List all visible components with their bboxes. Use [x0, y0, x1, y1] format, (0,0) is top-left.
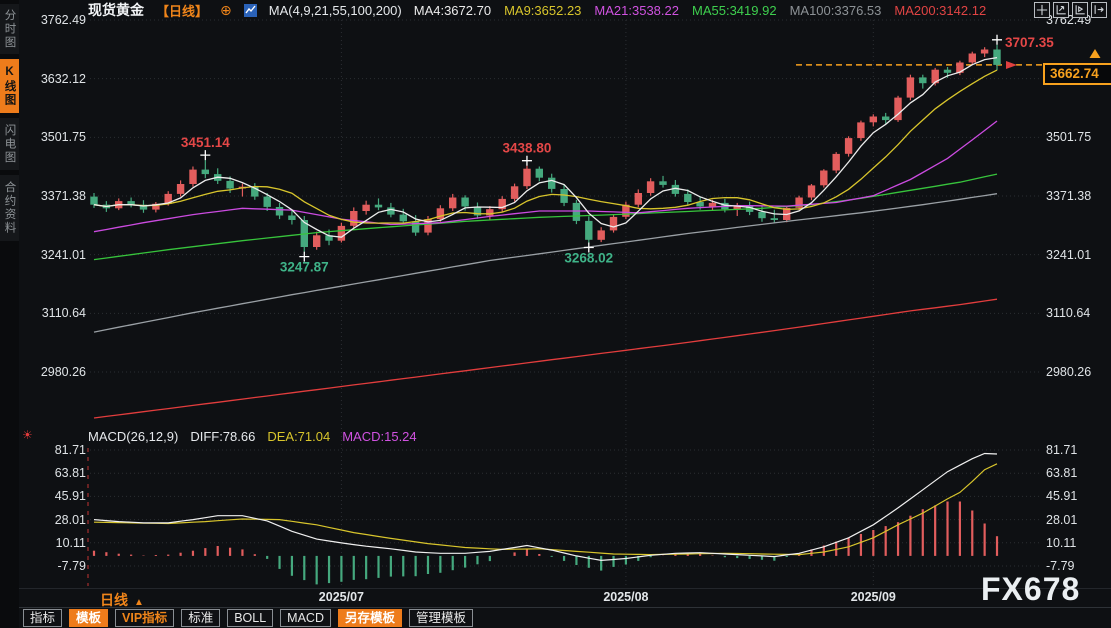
last-price-value: 3662.74	[1050, 66, 1099, 81]
ma-value: MA4:3672.70	[414, 3, 491, 18]
trading-app-window: 3451.14 3247.87 3438.80 3268.02 3707.35 分时图 K…	[0, 0, 1111, 628]
swing-price-annotation: 3451.14	[181, 135, 230, 150]
chart-toolbar-icons	[1034, 2, 1107, 18]
macd-macd-value: MACD:15.24	[342, 429, 416, 444]
swing-cross-marker	[200, 150, 210, 160]
latest-arrow-icon	[1006, 61, 1017, 69]
sidebar-item-2[interactable]: K线图	[0, 59, 19, 113]
bottom-toolbar: 指标模板 VIP指标标准 BOLL MACD 另存模板管理模板	[23, 609, 473, 627]
swing-cross-marker	[522, 156, 532, 166]
macd-header[interactable]: MACD(26,12,9) DIFF:78.66 DEA:71.04 MACD:…	[88, 429, 417, 444]
symbol-title: 现货黄金	[88, 0, 144, 20]
axis-label: 3241.01	[1046, 248, 1106, 262]
tab-MACD[interactable]: MACD	[280, 609, 331, 627]
axis-label: 63.81	[26, 466, 86, 480]
add-indicator-icon[interactable]: ⊕	[220, 2, 232, 19]
indicator-settings-icon[interactable]: ☀	[22, 428, 33, 442]
axis-label: 3110.64	[1046, 306, 1106, 320]
pan-right-icon[interactable]	[1091, 2, 1107, 18]
axis-label: 3241.01	[26, 248, 86, 262]
ma-values-group: MA4:3672.70 MA9:3652.23 MA21:3538.22 MA55:3…	[414, 3, 986, 18]
period-up-arrow-icon: ▲	[134, 597, 144, 608]
x-axis-month-label: 2025/07	[312, 590, 370, 604]
tab-模板[interactable]: 模板	[69, 609, 108, 627]
axis-label: 3632.12	[26, 72, 86, 86]
playback-icon[interactable]	[1072, 2, 1088, 18]
left-sidebar: 分时图 K线图闪电图合约资料	[0, 0, 19, 628]
macd-params-label: MACD(26,12,9)	[88, 429, 178, 444]
axis-label: 3762.49	[26, 13, 86, 27]
axis-label: 45.91	[1046, 489, 1106, 503]
period-tag[interactable]: 【日线】	[156, 1, 208, 20]
ma-value: MA200:3142.12	[894, 3, 986, 18]
swing-price-annotation: 3247.87	[280, 260, 329, 275]
axis-label: -7.79	[26, 559, 86, 573]
axis-label: 10.11	[1046, 536, 1106, 550]
macd-histogram	[94, 502, 997, 585]
x-axis-month-label: 2025/09	[844, 590, 902, 604]
chart-header: 现货黄金 【日线】 ⊕ MA(4,9,21,55,100,200) MA4:36…	[88, 2, 986, 18]
axis-label: 3501.75	[1046, 130, 1106, 144]
tab-指标[interactable]: 指标	[23, 609, 62, 627]
tab-标准[interactable]: 标准	[181, 609, 220, 627]
axis-label: 63.81	[1046, 466, 1106, 480]
chart-canvas[interactable]: 3451.14 3247.87 3438.80 3268.02 3707.35	[0, 0, 1111, 628]
axis-label: 28.01	[26, 513, 86, 527]
swing-price-annotation: 3438.80	[503, 141, 552, 156]
tab-管理模板[interactable]: 管理模板	[409, 609, 473, 627]
crosshair-tool-icon[interactable]	[1034, 2, 1050, 18]
sidebar-item-4[interactable]: 合约资料	[0, 175, 19, 241]
sidebar-item-3[interactable]: 闪电图	[0, 118, 19, 170]
axis-label: 3501.75	[26, 130, 86, 144]
price-pin-icon	[1090, 49, 1101, 58]
chart-bottom-divider	[19, 588, 1111, 589]
axis-label: 10.11	[26, 536, 86, 550]
sidebar-item-1[interactable]: 分时图	[0, 4, 19, 54]
x-axis-month-label: 2025/08	[597, 590, 655, 604]
axis-zoom-icon[interactable]	[1053, 2, 1069, 18]
ma-value: MA55:3419.92	[692, 3, 777, 18]
axis-label: 28.01	[1046, 513, 1106, 527]
ma-value: MA21:3538.22	[594, 3, 679, 18]
macd-diff-value: DIFF:78.66	[190, 429, 255, 444]
swing-price-annotation: 3268.02	[564, 251, 613, 266]
axis-label: 81.71	[26, 443, 86, 457]
kline-mini-icon	[244, 4, 257, 17]
period-selector[interactable]: 日线 ▲	[100, 590, 144, 610]
tab-VIP指标[interactable]: VIP指标	[115, 609, 174, 627]
fx678-watermark: FX678	[981, 571, 1080, 608]
swing-cross-marker	[992, 35, 1002, 45]
ma-params-label[interactable]: MA(4,9,21,55,100,200)	[269, 3, 402, 18]
macd-dea-value: DEA:71.04	[267, 429, 330, 444]
tab-BOLL[interactable]: BOLL	[227, 609, 273, 627]
axis-label: 3110.64	[26, 306, 86, 320]
axis-label: 81.71	[1046, 443, 1106, 457]
axis-label: 3371.38	[1046, 189, 1106, 203]
axis-label: 45.91	[26, 489, 86, 503]
axis-label: 2980.26	[1046, 365, 1106, 379]
swing-price-annotation: 3707.35	[1005, 35, 1054, 50]
toolbar-top-divider	[0, 607, 1111, 608]
ma-value: MA100:3376.53	[790, 3, 882, 18]
axis-label: 2980.26	[26, 365, 86, 379]
axis-label: 3371.38	[26, 189, 86, 203]
last-price-box: 3662.74	[1043, 63, 1111, 85]
ma-value: MA9:3652.23	[504, 3, 581, 18]
period-selector-label: 日线	[100, 592, 128, 608]
tab-另存模板[interactable]: 另存模板	[338, 609, 402, 627]
